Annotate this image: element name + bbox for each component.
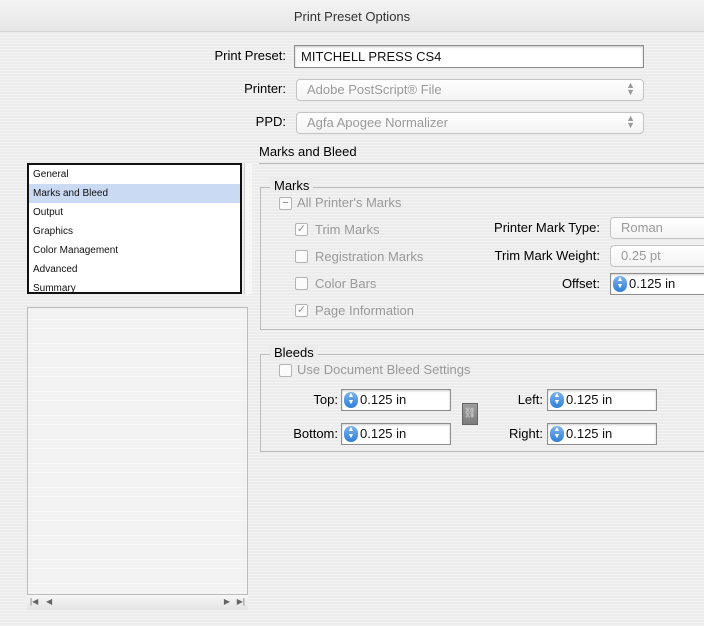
trim-marks-checkbox[interactable]: ✓ bbox=[295, 223, 308, 236]
printer-mark-type-value: Roman bbox=[621, 220, 663, 235]
page-information-checkbox[interactable]: ✓ bbox=[295, 304, 308, 317]
use-document-bleed-checkbox[interactable] bbox=[279, 364, 292, 377]
stepper-icon[interactable]: ▲ ▼ bbox=[550, 426, 564, 442]
bleed-right-field[interactable]: ▲ ▼ 0.125 in bbox=[547, 423, 657, 445]
updown-arrows-icon: ▲ ▼ bbox=[626, 113, 635, 130]
list-item-graphics[interactable]: Graphics bbox=[29, 222, 240, 241]
bleed-left-label: Left: bbox=[517, 392, 543, 407]
panel-divider bbox=[259, 163, 704, 164]
category-list: General Marks and Bleed Output Graphics … bbox=[27, 163, 242, 294]
printer-label: Printer: bbox=[244, 81, 286, 96]
printer-mark-type-label: Printer Mark Type: bbox=[494, 220, 600, 235]
updown-arrows-icon: ▲ ▼ bbox=[626, 80, 635, 97]
list-item-advanced[interactable]: Advanced bbox=[29, 260, 240, 279]
preview-area bbox=[27, 307, 248, 610]
scroll-last-icon[interactable]: ▶| bbox=[237, 597, 245, 606]
offset-field[interactable]: ▲ ▼ 0.125 in bbox=[610, 273, 704, 295]
printer-select[interactable]: Adobe PostScript® File ▲ ▼ bbox=[296, 79, 644, 101]
category-list-scrollbar[interactable] bbox=[244, 163, 252, 294]
bleed-left-field[interactable]: ▲ ▼ 0.125 in bbox=[547, 389, 657, 411]
offset-label: Offset: bbox=[561, 276, 600, 291]
bleed-top-label: Top: bbox=[313, 392, 338, 407]
print-preset-field[interactable]: MITCHELL PRESS CS4 bbox=[294, 45, 644, 68]
trim-mark-weight-value: 0.25 pt bbox=[621, 248, 661, 263]
scroll-first-icon[interactable]: |◀ bbox=[30, 597, 38, 606]
printer-select-value: Adobe PostScript® File bbox=[307, 82, 442, 97]
list-item-output[interactable]: Output bbox=[29, 203, 240, 222]
trim-mark-weight-select[interactable]: 0.25 pt bbox=[610, 245, 704, 267]
page-information-label: Page Information bbox=[315, 303, 415, 318]
window-title: Print Preset Options bbox=[293, 9, 411, 24]
color-bars-label: Color Bars bbox=[315, 276, 377, 291]
bleed-bottom-field[interactable]: ▲ ▼ 0.125 in bbox=[341, 423, 451, 445]
bleed-right-value: 0.125 in bbox=[566, 426, 613, 441]
list-item-marks-and-bleed[interactable]: Marks and Bleed bbox=[29, 184, 240, 203]
ppd-select[interactable]: Agfa Apogee Normalizer ▲ ▼ bbox=[296, 112, 644, 134]
trim-mark-weight-label: Trim Mark Weight: bbox=[494, 248, 600, 263]
bleed-bottom-value: 0.125 in bbox=[360, 426, 407, 441]
checkmark-icon: ✓ bbox=[296, 223, 307, 235]
marks-group-title: Marks bbox=[270, 178, 314, 193]
registration-marks-label: Registration Marks bbox=[315, 249, 424, 264]
all-printers-marks-checkbox[interactable]: − bbox=[279, 197, 292, 210]
trim-marks-label: Trim Marks bbox=[315, 222, 380, 237]
bleeds-group-title: Bleeds bbox=[270, 345, 318, 360]
title-bar: Print Preset Options bbox=[0, 0, 704, 32]
scroll-right-icon[interactable]: ▶ bbox=[224, 597, 230, 606]
all-printers-marks-label: All Printer's Marks bbox=[297, 195, 402, 210]
bleed-right-label: Right: bbox=[509, 426, 543, 441]
ppd-select-value: Agfa Apogee Normalizer bbox=[307, 115, 448, 130]
bleed-top-field[interactable]: ▲ ▼ 0.125 in bbox=[341, 389, 451, 411]
checkmark-icon: ✓ bbox=[296, 304, 307, 316]
bleed-left-value: 0.125 in bbox=[566, 392, 613, 407]
stepper-icon[interactable]: ▲ ▼ bbox=[613, 276, 627, 292]
stepper-icon[interactable]: ▲ ▼ bbox=[344, 426, 358, 442]
registration-marks-checkbox[interactable] bbox=[295, 250, 308, 263]
list-item-color-management[interactable]: Color Management bbox=[29, 241, 240, 260]
printer-mark-type-select[interactable]: Roman bbox=[610, 217, 704, 239]
list-item-summary[interactable]: Summary bbox=[29, 279, 240, 298]
stepper-icon[interactable]: ▲ ▼ bbox=[550, 392, 564, 408]
offset-value: 0.125 in bbox=[629, 276, 676, 291]
ppd-label: PPD: bbox=[255, 114, 286, 129]
use-document-bleed-label: Use Document Bleed Settings bbox=[297, 362, 471, 377]
stepper-icon[interactable]: ▲ ▼ bbox=[344, 392, 358, 408]
color-bars-checkbox[interactable] bbox=[295, 277, 308, 290]
chain-link-icon[interactable]: ⛓ bbox=[462, 403, 478, 425]
list-item-general[interactable]: General bbox=[29, 165, 240, 184]
preview-horizontal-scrollbar[interactable]: |◀ ◀ ▶ ▶| bbox=[27, 594, 248, 610]
print-preset-label: Print Preset: bbox=[214, 48, 286, 63]
bleed-top-value: 0.125 in bbox=[360, 392, 407, 407]
bleed-bottom-label: Bottom: bbox=[293, 426, 338, 441]
scroll-left-icon[interactable]: ◀ bbox=[46, 597, 52, 606]
panel-title: Marks and Bleed bbox=[259, 144, 357, 159]
